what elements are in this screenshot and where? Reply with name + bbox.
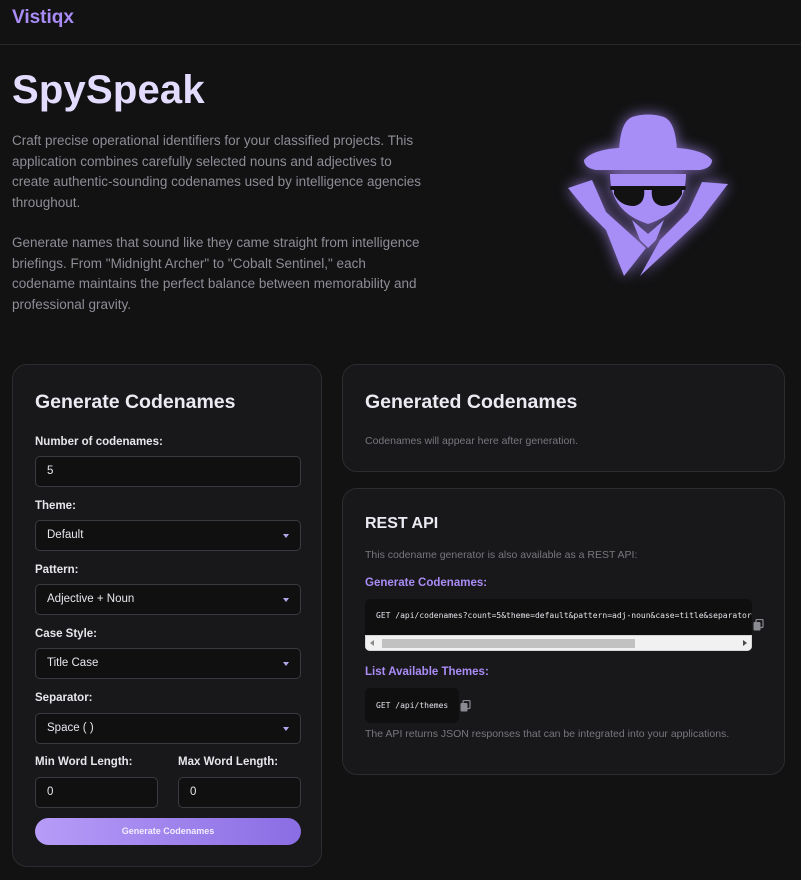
brand-logo[interactable]: Vistiqx [12,7,74,29]
chevron-down-icon [283,727,289,731]
theme-label: Theme: [35,500,76,512]
generate-button[interactable]: Generate Codenames [35,818,301,845]
separator-label: Separator: [35,692,93,704]
copy-icon[interactable] [753,619,764,631]
copy-icon[interactable] [460,700,471,712]
scroll-right-icon[interactable] [743,640,747,646]
case-select[interactable]: Title Case [35,648,301,679]
generate-card-title: Generate Codenames [35,391,236,413]
top-bar: Vistiqx [0,0,801,45]
output-card-title: Generated Codenames [365,391,578,413]
theme-select-value: Default [47,529,84,541]
chevron-down-icon [283,598,289,602]
horizontal-scrollbar[interactable] [365,635,752,651]
scroll-left-icon[interactable] [370,640,374,646]
case-label: Case Style: [35,628,98,640]
min-length-input[interactable]: 0 [35,777,158,808]
api-generate-label: Generate Codenames: [365,577,488,589]
count-input[interactable]: 5 [35,456,301,487]
api-card: REST API This codename generator is also… [342,488,785,775]
api-footer-text: The API returns JSON responses that can … [365,728,730,740]
pattern-select[interactable]: Adjective + Noun [35,584,301,615]
scrollbar-thumb[interactable] [382,639,635,648]
count-label: Number of codenames: [35,436,163,448]
intro-paragraph-2: Generate names that sound like they came… [12,235,420,312]
chevron-down-icon [283,534,289,538]
max-length-input[interactable]: 0 [178,777,301,808]
themes-endpoint-code[interactable]: GET /api/themes [365,688,459,723]
output-card: Generated Codenames Codenames will appea… [342,364,785,472]
spy-icon [568,114,728,276]
min-length-label: Min Word Length: [35,756,133,768]
separator-select-value: Space ( ) [47,722,94,734]
page-title: SpySpeak [12,68,205,112]
case-select-value: Title Case [47,657,99,669]
api-description: This codename generator is also availabl… [365,549,638,561]
pattern-label: Pattern: [35,564,79,576]
separator-select[interactable]: Space ( ) [35,713,301,744]
generate-endpoint-text: GET /api/codenames?count=5&theme=default… [376,611,752,620]
output-empty-text: Codenames will appear here after generat… [365,435,579,447]
api-title: REST API [365,515,439,532]
generate-card: Generate Codenames Number of codenames: … [12,364,322,867]
intro-paragraph-1: Craft precise operational identifiers fo… [12,133,422,210]
chevron-down-icon [283,662,289,666]
max-length-label: Max Word Length: [178,756,279,768]
pattern-select-value: Adjective + Noun [47,593,135,605]
theme-select[interactable]: Default [35,520,301,551]
api-themes-label: List Available Themes: [365,666,489,678]
generate-endpoint-code[interactable]: GET /api/codenames?count=5&theme=default… [365,599,752,651]
